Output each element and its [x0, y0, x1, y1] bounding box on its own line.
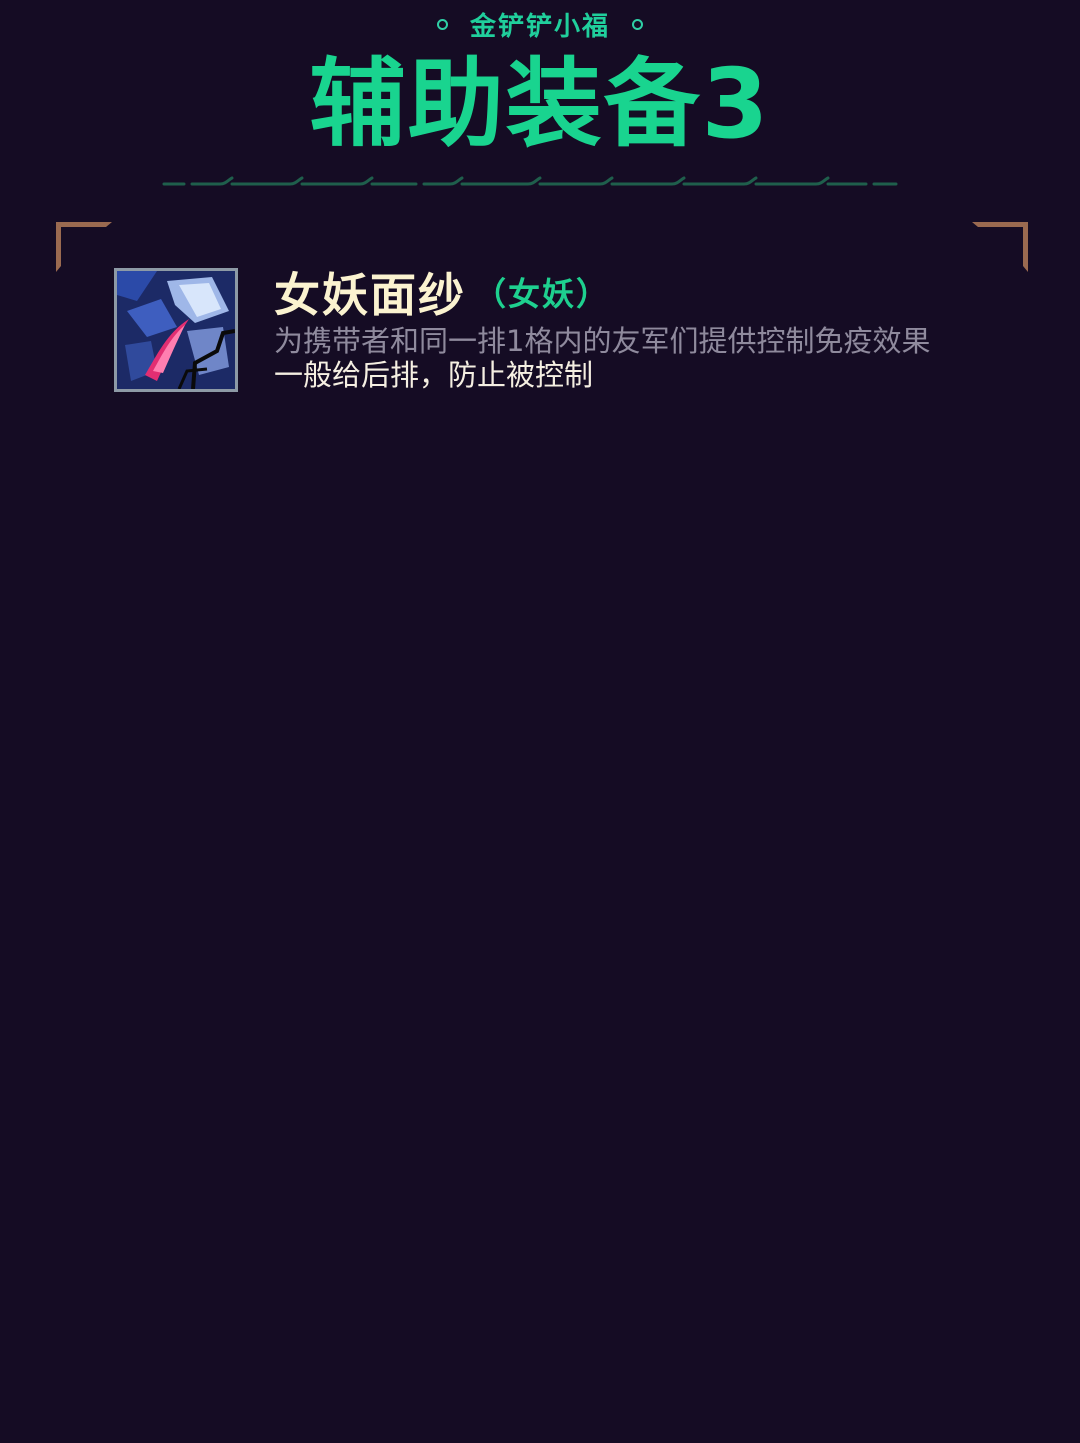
author-name: 金铲铲小福 — [469, 11, 610, 42]
banshee-veil-icon — [114, 268, 238, 392]
item-tag: （女妖） — [474, 275, 611, 313]
right-dot-icon — [632, 18, 643, 30]
item-name: 女妖面纱 — [274, 268, 466, 322]
left-dot-icon — [436, 18, 448, 30]
author-row: 金铲铲小福 — [0, 4, 1080, 44]
page-title: 辅助装备3 — [309, 48, 771, 160]
item-note: 一般给后排，防止被控制 — [274, 358, 594, 392]
item-card: 女妖面纱 （女妖） 为携带者和同一排1格内的友军们提供控制免疫效果 一般给后排，… — [114, 260, 1014, 400]
item-name-row: 女妖面纱 （女妖） — [274, 262, 610, 322]
vine-divider-icon — [162, 176, 898, 186]
item-description: 为携带者和同一排1格内的友军们提供控制免疫效果 — [274, 324, 931, 358]
left-corner-bracket-icon — [56, 222, 112, 272]
